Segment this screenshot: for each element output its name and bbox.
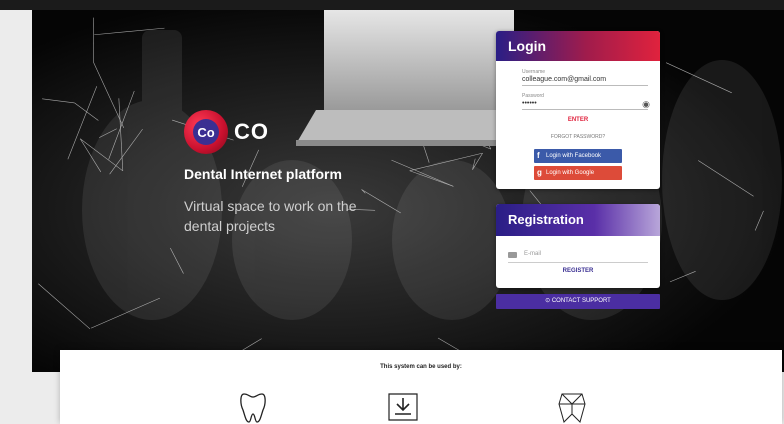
- mesh-tooth-icon: [558, 393, 586, 423]
- facebook-icon: f: [537, 151, 540, 160]
- brand-logo: Co CO: [184, 110, 269, 154]
- forgot-password-link[interactable]: FORGOT PASSWORD?: [496, 134, 660, 140]
- email-field[interactable]: E-mail: [508, 250, 648, 263]
- hero-tagline: Dental Internet platform: [184, 166, 342, 182]
- username-field[interactable]: Username colleague.com@gmail.com: [522, 69, 648, 86]
- usage-title: This system can be used by:: [380, 364, 462, 370]
- register-button[interactable]: REGISTER: [496, 268, 660, 274]
- facebook-login-label: Login with Facebook: [546, 153, 602, 159]
- password-field[interactable]: Password •••••• ◉: [522, 93, 650, 110]
- support-label: CONTACT SUPPORT: [551, 298, 611, 304]
- tooth-icon: [240, 393, 266, 423]
- login-card: Login Username colleague.com@gmail.com P…: [496, 31, 660, 189]
- google-icon: g: [537, 168, 542, 177]
- password-input[interactable]: ••••••: [522, 99, 648, 109]
- enter-button[interactable]: ENTER: [496, 117, 660, 123]
- username-input[interactable]: colleague.com@gmail.com: [522, 75, 648, 85]
- google-login-button[interactable]: g Login with Google: [534, 166, 622, 180]
- login-title: Login: [496, 31, 660, 61]
- facebook-login-button[interactable]: f Login with Facebook: [534, 149, 622, 163]
- brand-name: CO: [234, 119, 269, 144]
- usage-panel: This system can be used by:: [60, 350, 782, 424]
- hero-subtitle: Virtual space to work on the dental proj…: [184, 198, 357, 234]
- email-placeholder: E-mail: [524, 251, 542, 257]
- laptop-image: [296, 10, 522, 146]
- contact-support-button[interactable]: ⊙ CONTACT SUPPORT: [496, 294, 660, 309]
- dental-tool-icon: [388, 393, 418, 421]
- logo-icon: Co: [184, 110, 228, 154]
- logo-letter: Co: [193, 119, 219, 145]
- mail-icon: [508, 252, 517, 258]
- registration-card: Registration E-mail REGISTER: [496, 204, 660, 288]
- eye-icon[interactable]: ◉: [642, 99, 650, 110]
- left-margin: [0, 10, 32, 424]
- top-bar: [0, 0, 784, 10]
- google-login-label: Login with Google: [546, 170, 595, 176]
- support-icon: ⊙: [545, 298, 552, 304]
- registration-title: Registration: [496, 204, 660, 236]
